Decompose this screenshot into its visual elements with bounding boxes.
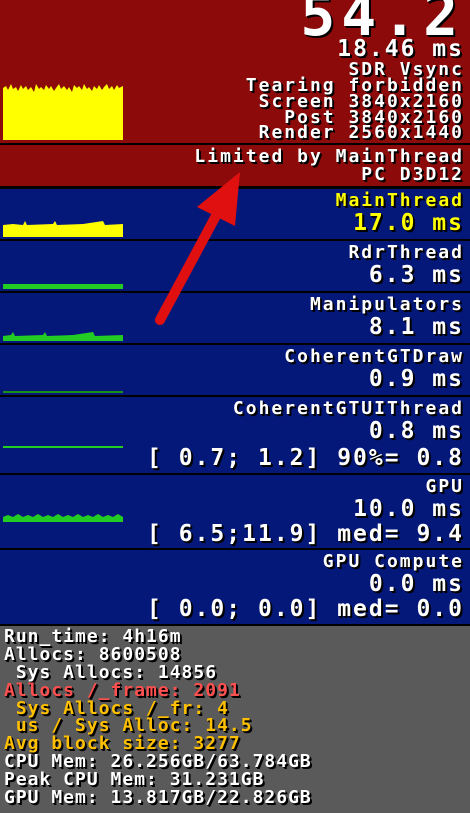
- platform-text: PC D3D12: [361, 164, 464, 185]
- thread-time: 6.3 ms: [368, 262, 464, 288]
- mainthread-graph-svg: [3, 221, 123, 237]
- frame-time-graph-svg: [3, 84, 123, 140]
- thread-time: 10.0 ms: [353, 496, 464, 522]
- thread-time: 0.0 ms: [368, 571, 464, 597]
- thread-panel-coherentgtdraw: CoherentGTDraw 0.9 ms: [0, 345, 470, 395]
- manipulators-bars: [3, 332, 123, 341]
- thread-range: [ 0.0; 0.0] med= 0.0: [147, 596, 464, 622]
- coherentgtuithread-graph: [3, 445, 123, 449]
- thread-name: MainThread: [335, 190, 464, 211]
- render-resolution: Render 2560x1440: [258, 122, 464, 143]
- mainthread-bars: [3, 221, 123, 237]
- thread-name: GPU Compute: [322, 551, 464, 572]
- coherentgtuithread-bar: [3, 446, 123, 448]
- fps-panel: 54.2 18.46 ms SDR Vsync Tearing forbidde…: [0, 0, 470, 143]
- manipulators-graph-svg: [3, 332, 123, 341]
- frame-time-graph: [3, 80, 123, 140]
- thread-name: RdrThread: [348, 242, 464, 263]
- gpu-bars: [3, 514, 123, 522]
- thread-panel-mainthread: MainThread 17.0 ms: [0, 189, 470, 239]
- mainthread-graph: [3, 219, 123, 237]
- coherentgtdraw-bar: [3, 391, 123, 393]
- gpu-graph: [3, 508, 123, 522]
- rdrthread-bar: [3, 284, 123, 289]
- thread-name: GPU: [425, 476, 464, 497]
- limited-by-panel: Limited by MainThread PC D3D12: [0, 145, 470, 186]
- thread-name: CoherentGTDraw: [284, 346, 464, 367]
- gpu-graph-svg: [3, 514, 123, 522]
- thread-range: [ 0.7; 1.2] 90%= 0.8: [147, 445, 464, 471]
- frame-time: 18.46 ms: [337, 36, 464, 62]
- gpu-memory: GPU Mem: 13.817GB/22.826GB: [4, 787, 312, 808]
- thread-panel-manipulators: Manipulators 8.1 ms: [0, 293, 470, 343]
- memory-stats-panel: Run_time: 4h16m Allocs: 8600508 Sys Allo…: [0, 626, 470, 813]
- thread-panel-gpu-compute: GPU Compute 0.0 ms [ 0.0; 0.0] med= 0.0: [0, 550, 470, 624]
- rdrthread-graph-svg: [3, 284, 123, 289]
- thread-name: CoherentGTUIThread: [232, 398, 464, 419]
- coherentgtuithread-graph-svg: [3, 446, 123, 448]
- thread-name: Manipulators: [309, 294, 464, 315]
- thread-range: [ 6.5;11.9] med= 9.4: [147, 521, 464, 547]
- frame-time-bars: [3, 84, 123, 140]
- thread-time: 8.1 ms: [368, 314, 464, 340]
- rdrthread-graph: [3, 281, 123, 289]
- coherentgtdraw-graph: [3, 389, 123, 393]
- thread-time: 17.0 ms: [353, 210, 464, 236]
- thread-time: 0.9 ms: [368, 366, 464, 392]
- thread-time: 0.8 ms: [368, 418, 464, 444]
- coherentgtdraw-graph-svg: [3, 391, 123, 393]
- thread-panel-rdrthread: RdrThread 6.3 ms: [0, 241, 470, 291]
- manipulators-graph: [3, 329, 123, 341]
- thread-panel-gpu: GPU 10.0 ms [ 6.5;11.9] med= 9.4: [0, 475, 470, 548]
- thread-panel-coherentgtuithread: CoherentGTUIThread 0.8 ms [ 0.7; 1.2] 90…: [0, 397, 470, 473]
